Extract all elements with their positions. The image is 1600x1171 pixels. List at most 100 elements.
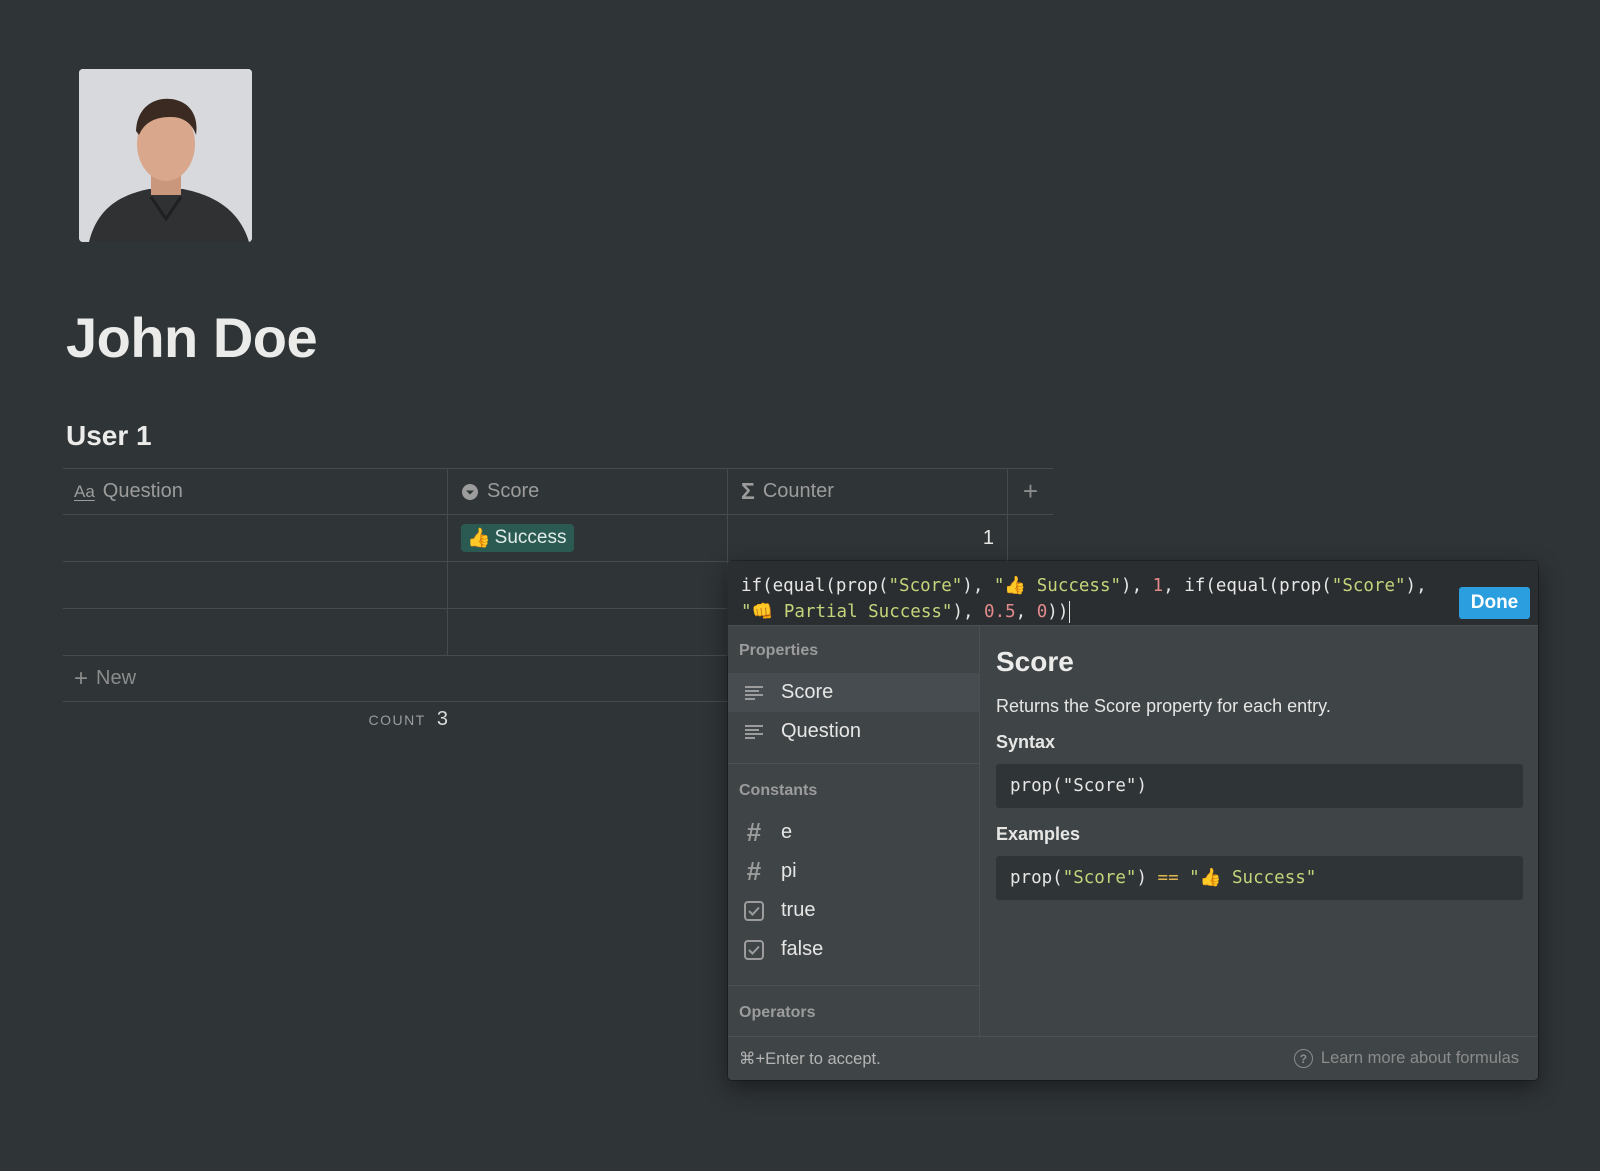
formula-token: "👍 Success" (993, 576, 1122, 596)
formula-code[interactable]: if(equal(prop("Score"), "👍 Success"), 1,… (741, 573, 1441, 625)
checkbox-icon (743, 939, 765, 961)
syntax-token: prop( (1010, 776, 1063, 796)
formula-line: if(equal(prop("Score"), "👍 Success"), 1,… (741, 573, 1441, 599)
formula-footer: ⌘+Enter to accept. ? Learn more about fo… (728, 1036, 1538, 1080)
syntax-token: "Score" (1062, 776, 1137, 796)
hash-icon: # (746, 817, 762, 847)
sigma-formula-icon: Σ (741, 478, 755, 504)
formula-token: 0.5 (984, 602, 1016, 622)
constant-item-label: true (781, 899, 816, 921)
formula-token: "Score" (888, 576, 963, 596)
formula-token: )) (1047, 602, 1069, 622)
hash-icon: # (746, 856, 762, 886)
formula-input[interactable]: if(equal(prop("Score"), "👍 Success"), 1,… (728, 561, 1538, 626)
formula-token: if(equal(prop( (741, 576, 889, 596)
select-chevron-icon (461, 483, 479, 501)
constants-section-label: Constants (739, 782, 818, 799)
examples-label: Examples (996, 824, 1081, 844)
property-item-score[interactable]: Score (728, 673, 979, 712)
count-value: 3 (436, 708, 448, 730)
column-header-score[interactable]: Score (448, 469, 728, 514)
database-title[interactable]: User 1 (66, 420, 152, 452)
example-token: == (1157, 868, 1179, 888)
syntax-code: prop("Score") (996, 764, 1523, 808)
syntax-label: Syntax (996, 732, 1056, 752)
add-column-button[interactable]: + (1008, 469, 1053, 514)
learn-more-label: Learn more about formulas (1320, 1049, 1519, 1067)
property-item-label: Question (781, 720, 862, 742)
text-lines-icon (743, 682, 765, 704)
constant-item-pi[interactable]: # pi (728, 852, 979, 891)
formula-token: , if(equal(prop( (1163, 576, 1332, 596)
operators-section-label: Operators (739, 1004, 816, 1021)
score-cell[interactable]: 👍 Success (448, 515, 728, 561)
example-token: "Score" (1062, 868, 1137, 888)
question-cell[interactable] (63, 515, 448, 561)
formula-token: 0 (1036, 602, 1048, 622)
counter-value: 1 (982, 526, 994, 549)
constant-item-e[interactable]: # e (728, 813, 979, 852)
plus-icon: + (74, 664, 89, 692)
accept-hint: ⌘+Enter to accept. (739, 1049, 881, 1068)
new-row-label: New (96, 667, 137, 689)
example-token (1179, 868, 1190, 888)
count-label: COUNT (368, 712, 426, 728)
text-aa-icon: Aa (74, 481, 95, 501)
formula-detail-panel: Score Returns the Score property for eac… (980, 626, 1538, 1036)
property-item-question[interactable]: Question (728, 712, 979, 751)
section-divider (728, 763, 979, 764)
constant-item-label: pi (781, 860, 797, 882)
new-row-button[interactable]: + New (63, 656, 728, 702)
person-portrait-icon (79, 69, 252, 242)
example-code: prop("Score") == "👍 Success" (996, 856, 1523, 900)
thumbs-up-icon: 👍 (467, 528, 491, 549)
text-lines-icon (743, 721, 765, 743)
properties-section-label: Properties (739, 642, 819, 659)
formula-token: ), (1405, 576, 1427, 596)
column-header-label: Score (487, 480, 540, 502)
score-cell[interactable] (448, 609, 728, 655)
formula-sidebar: Properties Score Question Constants # e (728, 626, 980, 1036)
status-badge-label: Success (494, 527, 567, 548)
formula-token: ), (962, 576, 994, 596)
count-summary[interactable]: COUNT 3 (63, 708, 448, 731)
score-cell[interactable] (448, 562, 728, 608)
formula-token: ), (1121, 576, 1153, 596)
table-row[interactable]: 👍 Success 1 (63, 515, 1053, 562)
formula-token: 1 (1152, 576, 1164, 596)
formula-editor-popup: if(equal(prop("Score"), "👍 Success"), 1,… (728, 561, 1538, 1080)
formula-token: ), (952, 602, 985, 622)
constant-item-false[interactable]: false (728, 930, 979, 969)
question-cell[interactable] (63, 562, 448, 608)
column-header-question[interactable]: Aa Question (63, 469, 448, 514)
formula-line: "👊 Partial Success"), 0.5, 0)) (741, 599, 1441, 625)
constant-item-true[interactable]: true (728, 891, 979, 930)
table-header-row: Aa Question Score Σ Counter + (63, 468, 1053, 515)
learn-more-link[interactable]: ? Learn more about formulas (1293, 1049, 1519, 1068)
checkbox-icon (743, 900, 765, 922)
formula-token: "Score" (1331, 576, 1406, 596)
column-header-counter[interactable]: Σ Counter (728, 469, 1008, 514)
syntax-token: ) (1136, 776, 1147, 796)
page-title[interactable]: John Doe (66, 305, 318, 370)
detail-description: Returns the Score property for each entr… (996, 696, 1331, 716)
formula-token: , (1015, 602, 1037, 622)
profile-photo[interactable] (79, 69, 252, 242)
notion-page: John Doe User 1 Aa Question Score Σ Coun… (0, 0, 1600, 1171)
detail-title: Score (996, 646, 1074, 677)
example-token: ) (1136, 868, 1158, 888)
done-button[interactable]: Done (1459, 587, 1530, 619)
example-token: prop( (1010, 868, 1063, 888)
section-divider (728, 985, 979, 986)
status-badge: 👍 Success (461, 524, 575, 552)
column-header-label: Counter (762, 480, 834, 502)
help-circle-icon: ? (1293, 1049, 1313, 1068)
question-cell[interactable] (63, 609, 448, 655)
column-header-label: Question (102, 480, 183, 502)
counter-cell[interactable]: 1 (728, 515, 1008, 561)
property-item-label: Score (781, 681, 834, 703)
constant-item-label: false (781, 938, 824, 960)
text-cursor (1069, 601, 1071, 623)
formula-token: "👊 Partial Success" (741, 602, 953, 622)
plus-icon: + (1022, 476, 1039, 506)
